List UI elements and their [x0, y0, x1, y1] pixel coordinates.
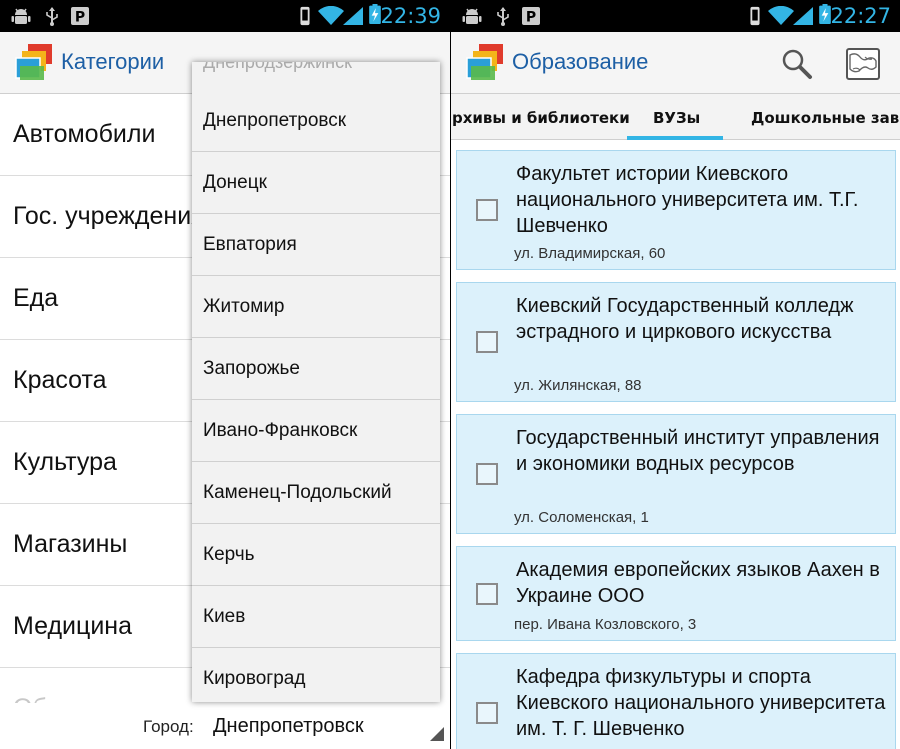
cell-signal-icon [793, 7, 813, 25]
card-checkbox[interactable] [476, 583, 498, 605]
dropdown-item[interactable]: Кировоград [192, 648, 440, 702]
city-label: Город: [143, 717, 194, 736]
card-checkbox[interactable] [476, 463, 498, 485]
card-address: ул. Соломенская, 1 [514, 509, 649, 526]
vibrate-icon [300, 6, 310, 26]
card-checkbox[interactable] [476, 199, 498, 221]
map-button[interactable] [843, 44, 883, 84]
status-bar: P 22:39 [0, 0, 450, 32]
dropdown-item[interactable]: Киев [192, 586, 440, 648]
card-title: Государственный институт управления и эк… [516, 427, 880, 475]
spinner-arrow-icon[interactable] [430, 727, 444, 741]
status-bar: P 22:27 [451, 0, 900, 32]
card-checkbox[interactable] [476, 331, 498, 353]
app-logo-icon[interactable] [465, 42, 505, 82]
page-title: Образование [512, 49, 649, 74]
dropdown-item-partial[interactable]: Днепродзержинск [203, 62, 352, 73]
svg-text:P: P [526, 10, 536, 26]
wifi-icon [318, 6, 344, 25]
status-time: 22:39 [380, 4, 441, 28]
search-icon [782, 49, 812, 79]
city-selector[interactable]: Город: Днепропетровск [0, 703, 450, 749]
svg-text:P: P [75, 10, 85, 26]
city-value[interactable]: Днепропетровск [213, 715, 364, 738]
dropdown-item[interactable]: Керчь [192, 524, 440, 586]
search-button[interactable] [777, 44, 817, 84]
institution-card[interactable]: Кафедра физкультуры и спорта Киевского н… [456, 653, 896, 749]
card-title: Академия европейских языков Аахен в Укра… [516, 559, 880, 607]
dropdown-item[interactable]: Ивано-Франковск [192, 400, 440, 462]
usb-icon [497, 7, 509, 26]
tab-bar: рхивы и библиотеки ВУЗы Дошкольные завед [451, 94, 900, 140]
dropdown-item[interactable]: Евпатория [192, 214, 440, 276]
dropdown-item[interactable]: Житомир [192, 276, 440, 338]
action-bar: Образование [451, 32, 900, 94]
android-debug-icon [11, 8, 31, 24]
institution-card[interactable]: Киевский Государственный колледж эстрадн… [456, 282, 896, 402]
tab-universities[interactable]: ВУЗы [653, 109, 700, 127]
dropdown-item[interactable]: Донецк [192, 152, 440, 214]
institution-card[interactable]: Факультет истории Киевского национальног… [456, 150, 896, 270]
map-icon [846, 48, 880, 80]
tab-preschool[interactable]: Дошкольные завед [751, 109, 900, 127]
institution-card[interactable]: Академия европейских языков Аахен в Укра… [456, 546, 896, 641]
institution-card[interactable]: Государственный институт управления и эк… [456, 414, 896, 534]
dropdown-item[interactable]: Днепропетровск [192, 90, 440, 152]
android-debug-icon [462, 8, 482, 24]
card-checkbox[interactable] [476, 702, 498, 724]
wifi-icon [768, 6, 794, 25]
right-screen: P 22:27 Образование рхивы и библиотеки В… [451, 0, 900, 749]
parking-app-icon: P [522, 7, 540, 26]
dropdown-item[interactable]: Каменец-Подольский [192, 462, 440, 524]
vibrate-icon [750, 6, 760, 26]
app-logo-icon[interactable] [14, 42, 54, 82]
card-address: ул. Жилянская, 88 [514, 377, 642, 394]
page-title: Категории [61, 49, 165, 74]
usb-icon [46, 7, 58, 26]
dropdown-item[interactable]: Запорожье [192, 338, 440, 400]
institution-list: Факультет истории Киевского национальног… [451, 140, 900, 749]
status-time: 22:27 [830, 4, 891, 28]
tab-archives[interactable]: рхивы и библиотеки [452, 109, 630, 127]
card-title: Киевский Государственный колледж эстрадн… [516, 295, 854, 343]
card-title: Факультет истории Киевского национальног… [516, 163, 859, 237]
card-title: Кафедра физкультуры и спорта Киевского н… [516, 666, 886, 740]
city-dropdown[interactable]: Днепродзержинск Днепропетровск Донецк Ев… [192, 62, 440, 702]
cell-signal-icon [343, 7, 363, 25]
card-address: пер. Ивана Козловского, 3 [514, 616, 697, 633]
left-screen: P 22:39 Категории Автомобили Гос. учрежд… [0, 0, 450, 749]
card-address: ул. Владимирская, 60 [514, 245, 666, 262]
parking-app-icon: P [71, 7, 89, 26]
